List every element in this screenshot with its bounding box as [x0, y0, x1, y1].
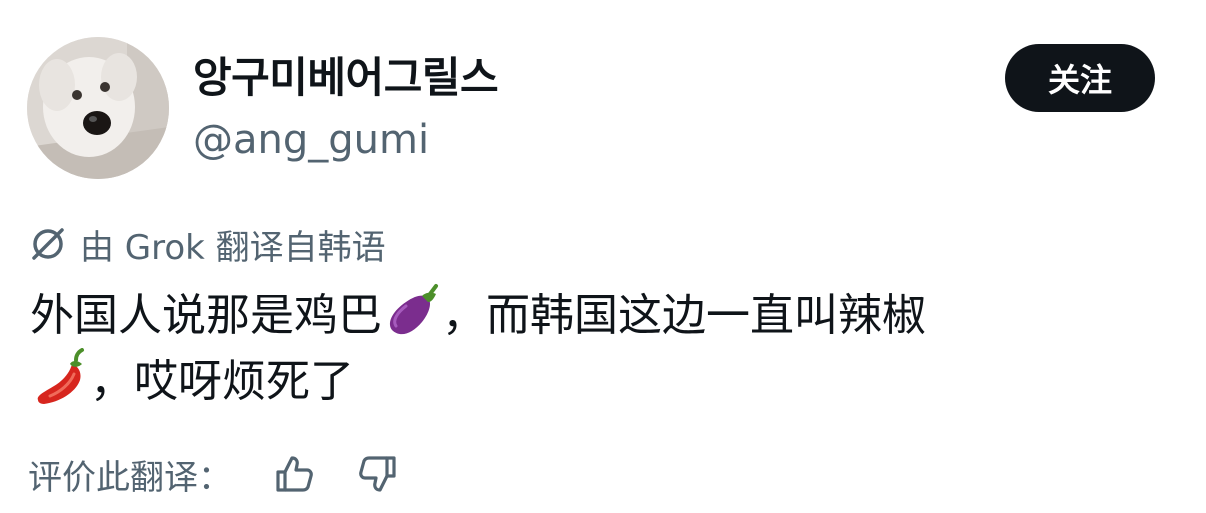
tweet-line-1: 外国人说那是鸡巴 ，而韩国这边一直叫辣椒 — [30, 282, 1180, 348]
rate-translation-label: 评价此翻译： — [28, 457, 232, 498]
tweet-text: 外国人说那是鸡巴 ，而韩国这边一直叫辣椒 ，哎呀烦死了 — [30, 282, 1180, 414]
tweet-text-part: ，哎呀烦死了 — [90, 356, 354, 407]
eggplant-emoji-icon — [382, 282, 442, 342]
tweet-text-part: ，而韩国这边一直叫辣椒 — [442, 290, 926, 341]
translation-note: 由 Grok 翻译自韩语 — [28, 218, 386, 270]
grok-icon — [28, 224, 68, 264]
tweet-text-part: 外国人说那是鸡巴 — [30, 290, 382, 341]
rate-translation-row: 评价此翻译： — [28, 448, 400, 500]
tweet-line-2: ，哎呀烦死了 — [30, 348, 1180, 414]
thumbs-down-icon[interactable] — [356, 452, 400, 496]
display-name[interactable]: 앙구미베어그릴스 — [193, 52, 499, 104]
avatar[interactable] — [27, 37, 169, 179]
user-handle[interactable]: @ang_gumi — [193, 114, 429, 166]
tweet-card: 앙구미베어그릴스 @ang_gumi 关注 由 Grok 翻译自韩语 外国人说那… — [0, 0, 1206, 513]
thumbs-up-icon[interactable] — [272, 452, 316, 496]
dog-avatar-icon — [27, 37, 169, 179]
hot-pepper-emoji-icon — [30, 348, 90, 408]
follow-button[interactable]: 关注 — [1005, 44, 1155, 112]
translation-note-text: 由 Grok 翻译自韩语 — [80, 227, 386, 268]
